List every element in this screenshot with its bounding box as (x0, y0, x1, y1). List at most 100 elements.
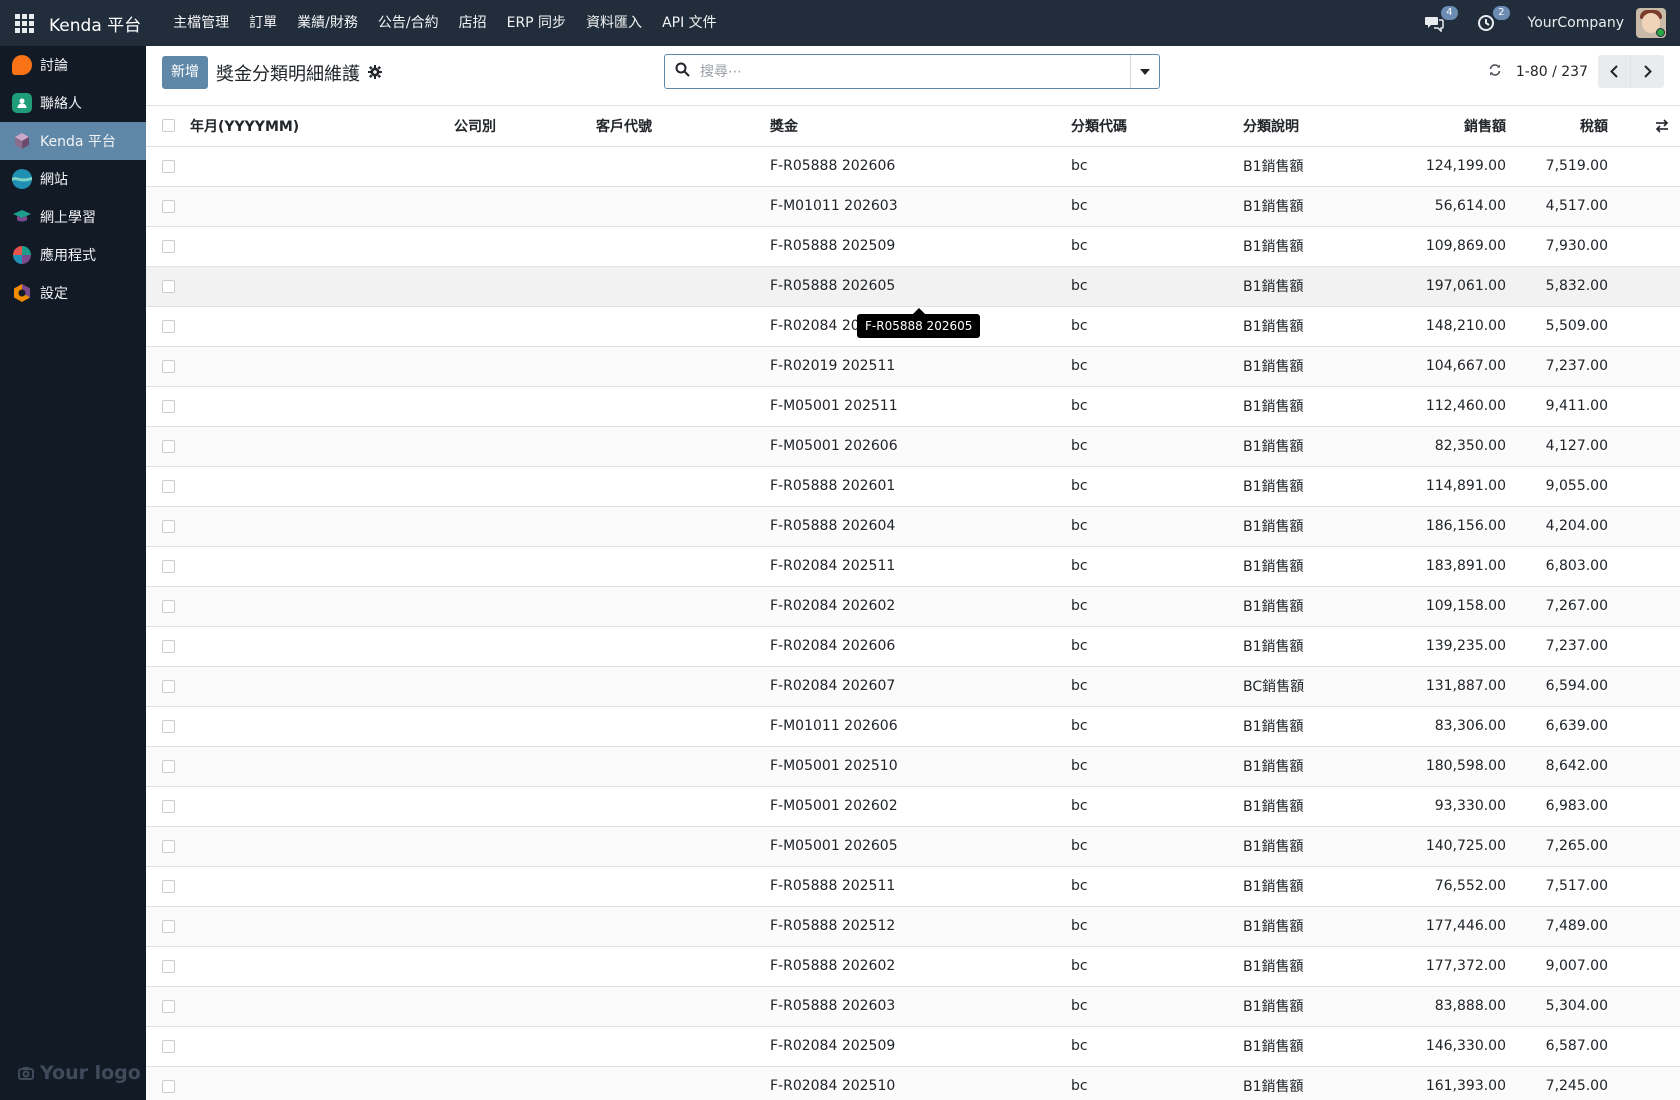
table-row[interactable]: F-M05001 202606 bc B1銷售額 82,350.00 4,127.00 (146, 426, 1680, 467)
cell-tax[interactable]: 6,639.00 (1506, 706, 1608, 747)
cell-category-code[interactable]: bc (1071, 986, 1243, 1027)
cell-bonus[interactable]: F-R02084 202606 (770, 626, 1071, 667)
table-row[interactable]: F-R05888 202604 bc B1銷售額 186,156.00 4,204.00 (146, 506, 1680, 547)
brand-title[interactable]: Kenda 平台 (49, 11, 141, 36)
cell-tax[interactable]: 5,304.00 (1506, 986, 1608, 1027)
menu-item-data-import[interactable]: 資料匯入 (576, 0, 652, 46)
table-row[interactable]: F-R05888 202512 bc B1銷售額 177,446.00 7,489.00 (146, 906, 1680, 947)
cell-company[interactable] (454, 946, 596, 987)
cell-category-code[interactable]: bc (1071, 426, 1243, 467)
cell-year-month[interactable] (190, 1026, 454, 1067)
cell-category-desc[interactable]: B1銷售額 (1243, 506, 1363, 547)
table-row[interactable]: F-M01011 202603 bc B1銷售額 56,614.00 4,517.00 (146, 186, 1680, 227)
row-checkbox[interactable] (162, 639, 175, 653)
cell-category-code[interactable]: bc (1071, 386, 1243, 427)
pager-next-button[interactable] (1631, 55, 1664, 88)
cell-category-desc[interactable]: B1銷售額 (1243, 826, 1363, 867)
cell-sales[interactable]: 83,306.00 (1363, 706, 1506, 747)
cell-customer-code[interactable] (596, 1026, 770, 1067)
cell-category-desc[interactable]: B1銷售額 (1243, 306, 1363, 347)
select-all-checkbox[interactable] (162, 119, 175, 133)
cell-year-month[interactable] (190, 706, 454, 747)
cell-sales[interactable]: 146,330.00 (1363, 1026, 1506, 1067)
row-checkbox[interactable] (162, 839, 175, 853)
cell-category-code[interactable]: bc (1071, 706, 1243, 747)
row-checkbox[interactable] (162, 959, 175, 973)
table-row[interactable]: F-R05888 202511 bc B1銷售額 76,552.00 7,517.00 (146, 866, 1680, 907)
cell-sales[interactable]: 82,350.00 (1363, 426, 1506, 467)
cell-year-month[interactable] (190, 866, 454, 907)
table-row[interactable]: F-R02084 202606 bc B1銷售額 139,235.00 7,237.00 (146, 626, 1680, 667)
cell-bonus[interactable]: F-R05888 202509 (770, 226, 1071, 267)
table-row[interactable]: F-M05001 202605 bc B1銷售額 140,725.00 7,265.00 (146, 826, 1680, 867)
cell-sales[interactable]: 180,598.00 (1363, 746, 1506, 787)
cell-company[interactable] (454, 186, 596, 227)
cell-category-code[interactable]: bc (1071, 306, 1243, 347)
cell-sales[interactable]: 76,552.00 (1363, 866, 1506, 907)
column-header-company[interactable]: 公司別 (454, 106, 596, 147)
cell-sales[interactable]: 114,891.00 (1363, 466, 1506, 507)
user-avatar[interactable] (1636, 8, 1666, 38)
cell-tax[interactable]: 5,509.00 (1506, 306, 1608, 347)
cell-company[interactable] (454, 146, 596, 187)
row-checkbox[interactable] (162, 519, 175, 533)
activities-clock-icon[interactable]: 2 (1474, 6, 1510, 34)
sidebar-item-kenda[interactable]: Kenda 平台 (0, 122, 146, 160)
cell-tax[interactable]: 6,594.00 (1506, 666, 1608, 707)
table-row[interactable]: F-M05001 202511 bc B1銷售額 112,460.00 9,411.00 (146, 386, 1680, 427)
cell-tax[interactable]: 6,587.00 (1506, 1026, 1608, 1067)
cell-category-desc[interactable]: B1銷售額 (1243, 1066, 1363, 1100)
cell-company[interactable] (454, 586, 596, 627)
cell-sales[interactable]: 56,614.00 (1363, 186, 1506, 227)
app-grid-icon[interactable] (15, 13, 35, 33)
cell-customer-code[interactable] (596, 466, 770, 507)
cell-sales[interactable]: 186,156.00 (1363, 506, 1506, 547)
cell-customer-code[interactable] (596, 626, 770, 667)
cell-category-code[interactable]: bc (1071, 866, 1243, 907)
cell-category-desc[interactable]: B1銷售額 (1243, 466, 1363, 507)
cell-sales[interactable]: 139,235.00 (1363, 626, 1506, 667)
cell-category-code[interactable]: bc (1071, 906, 1243, 947)
cell-company[interactable] (454, 986, 596, 1027)
cell-company[interactable] (454, 866, 596, 907)
cell-sales[interactable]: 112,460.00 (1363, 386, 1506, 427)
column-header-customer-code[interactable]: 客戶代號 (596, 106, 770, 147)
cell-bonus[interactable]: F-R02084 202509 (770, 1026, 1071, 1067)
cell-category-code[interactable]: bc (1071, 786, 1243, 827)
cell-year-month[interactable] (190, 266, 454, 307)
cell-bonus[interactable]: F-R05888 202603 (770, 986, 1071, 1027)
cell-sales[interactable]: 197,061.00 (1363, 266, 1506, 307)
cell-company[interactable] (454, 266, 596, 307)
table-row[interactable]: F-R02084 202510 bc B1銷售額 161,393.00 7,245.00 (146, 1066, 1680, 1100)
row-checkbox[interactable] (162, 319, 175, 333)
menu-item-erp-sync[interactable]: ERP 同步 (497, 0, 576, 46)
cell-tax[interactable]: 7,519.00 (1506, 146, 1608, 187)
table-row[interactable]: F-R05888 202602 bc B1銷售額 177,372.00 9,007.00 (146, 946, 1680, 987)
cell-sales[interactable]: 104,667.00 (1363, 346, 1506, 387)
cell-category-desc[interactable]: B1銷售額 (1243, 226, 1363, 267)
menu-item-master-data[interactable]: 主檔管理 (163, 0, 239, 46)
cell-category-desc[interactable]: B1銷售額 (1243, 626, 1363, 667)
cell-category-desc[interactable]: B1銷售額 (1243, 986, 1363, 1027)
cell-company[interactable] (454, 1066, 596, 1100)
cell-sales[interactable]: 124,199.00 (1363, 146, 1506, 187)
cell-sales[interactable]: 177,372.00 (1363, 946, 1506, 987)
cell-sales[interactable]: 148,210.00 (1363, 306, 1506, 347)
cell-tax[interactable]: 7,267.00 (1506, 586, 1608, 627)
cell-customer-code[interactable] (596, 666, 770, 707)
cell-year-month[interactable] (190, 826, 454, 867)
cell-company[interactable] (454, 346, 596, 387)
cell-category-code[interactable]: bc (1071, 546, 1243, 587)
search-input[interactable] (700, 56, 1130, 87)
cell-bonus[interactable]: F-R05888 202606 (770, 146, 1071, 187)
cell-bonus[interactable]: F-M05001 202511 (770, 386, 1071, 427)
cell-bonus[interactable]: F-M05001 202605 (770, 826, 1071, 867)
cell-tax[interactable]: 9,055.00 (1506, 466, 1608, 507)
cell-company[interactable] (454, 786, 596, 827)
gear-icon[interactable] (368, 63, 382, 84)
row-checkbox[interactable] (162, 799, 175, 813)
cell-category-code[interactable]: bc (1071, 826, 1243, 867)
cell-sales[interactable]: 177,446.00 (1363, 906, 1506, 947)
cell-customer-code[interactable] (596, 226, 770, 267)
cell-customer-code[interactable] (596, 706, 770, 747)
